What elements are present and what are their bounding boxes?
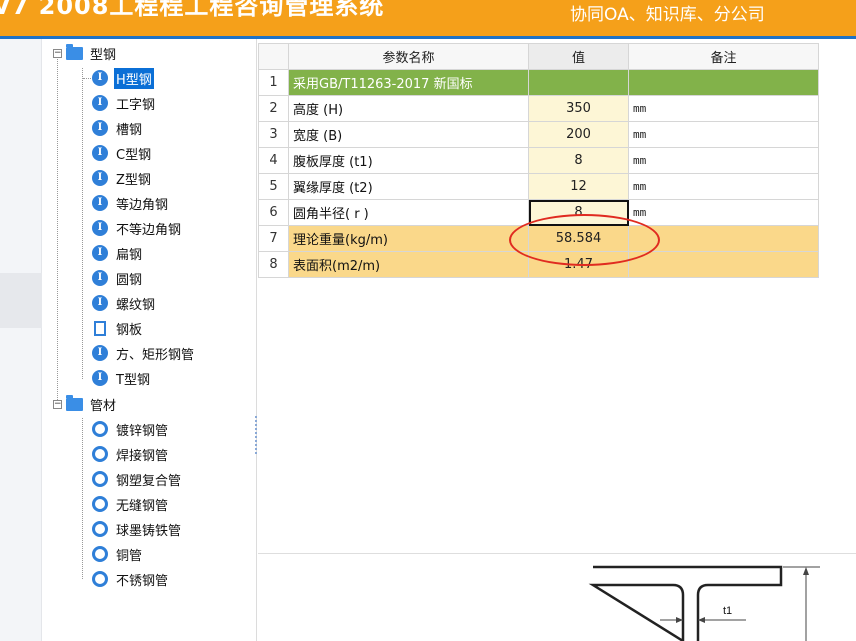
tree-item-welded-pipe[interactable]: 焊接钢管: [83, 443, 170, 465]
param-unit-cell: [628, 69, 819, 96]
i-beam-icon: I: [92, 220, 108, 236]
param-value-cell[interactable]: 200: [528, 121, 629, 148]
table-row[interactable]: 4 腹板厚度 (t1) 8 mm: [258, 147, 819, 174]
pipe-icon: [92, 546, 108, 562]
i-beam-icon: I: [92, 145, 108, 161]
arrow-icon: [803, 567, 809, 575]
tree-item-channel[interactable]: I 槽钢: [83, 117, 144, 139]
param-name-cell: 翼缘厚度 (t2): [288, 173, 529, 200]
table-row[interactable]: 2 高度 (H) 350 mm: [258, 95, 819, 122]
param-value-cell[interactable]: 350: [528, 95, 629, 122]
tree-node-pipe[interactable]: − 管材: [53, 393, 118, 415]
collapse-icon[interactable]: −: [53, 48, 62, 58]
tree-item-i-beam[interactable]: I 工字钢: [83, 92, 157, 114]
param-value-cell[interactable]: 8: [528, 147, 629, 174]
i-beam-icon: I: [92, 245, 108, 261]
tree-item-round-steel[interactable]: I 圆钢: [83, 267, 144, 289]
i-beam-icon: I: [92, 195, 108, 211]
parameter-grid: 参数名称 值 备注 1 采用GB/T11263-2017 新国标 2 高度 (H…: [258, 39, 856, 554]
collapse-icon[interactable]: −: [53, 399, 62, 409]
table-row[interactable]: 3 宽度 (B) 200 mm: [258, 121, 819, 148]
tree-item-rebar[interactable]: I 螺纹钢: [83, 292, 157, 314]
param-name-cell: 采用GB/T11263-2017 新国标: [288, 69, 529, 96]
tree-node-label: 管材: [90, 398, 117, 414]
app-title: V7 2008工程程工程咨询管理系统: [0, 0, 385, 20]
h-beam-diagram: t1: [588, 565, 820, 641]
pipe-icon: [92, 496, 108, 512]
left-nav-strip: [0, 39, 42, 641]
plate-icon: [94, 320, 106, 336]
tree-item-copper-pipe[interactable]: 铜管: [83, 543, 144, 565]
tree-item-unequal-angle[interactable]: I 不等边角钢: [83, 217, 183, 239]
section-diagram: t1: [258, 555, 856, 641]
folder-icon: [66, 43, 83, 60]
tree-item-stainless-pipe[interactable]: 不锈钢管: [83, 568, 170, 590]
param-name-cell: 理论重量(kg/m): [288, 225, 529, 252]
param-name-cell: 腹板厚度 (t1): [288, 147, 529, 174]
pipe-icon: [92, 446, 108, 462]
param-name-cell: 表面积(m2/m): [288, 251, 529, 278]
tree-item-t-steel[interactable]: I T型钢: [83, 367, 152, 389]
param-name-header[interactable]: 参数名称: [288, 43, 529, 70]
note-header[interactable]: 备注: [628, 43, 819, 70]
i-beam-icon: I: [92, 270, 108, 286]
param-value-cell[interactable]: 12: [528, 173, 629, 200]
tree-item-h-beam[interactable]: I H型钢: [83, 67, 154, 89]
i-beam-icon: I: [92, 95, 108, 111]
tree-item-composite-pipe[interactable]: 钢塑复合管: [83, 468, 183, 490]
tree-item-z-steel[interactable]: I Z型钢: [83, 167, 153, 189]
tree-node-steel[interactable]: − 型钢: [53, 42, 118, 64]
dimension-label-t1: t1: [723, 605, 732, 617]
tree-node-label: 型钢: [90, 47, 117, 63]
i-beam-icon: I: [92, 170, 108, 186]
i-beam-icon: I: [92, 70, 108, 86]
app-header: V7 2008工程程工程咨询管理系统 协同OA、知识库、分公司: [0, 0, 856, 36]
tree-item-galvanized-pipe[interactable]: 镀锌钢管: [83, 418, 170, 440]
param-name-cell: 高度 (H): [288, 95, 529, 122]
table-row[interactable]: 1 采用GB/T11263-2017 新国标: [258, 69, 819, 96]
param-unit-cell: [628, 251, 819, 278]
tree-item-steel-plate[interactable]: 钢板: [83, 317, 144, 339]
param-unit-cell: mm: [628, 121, 819, 148]
pipe-icon: [92, 421, 108, 437]
i-beam-icon: I: [92, 370, 108, 386]
table-row[interactable]: 5 翼缘厚度 (t2) 12 mm: [258, 173, 819, 200]
param-unit-cell: mm: [628, 173, 819, 200]
param-name-cell: 宽度 (B): [288, 121, 529, 148]
param-unit-cell: mm: [628, 95, 819, 122]
tree-item-rect-tube[interactable]: I 方、矩形钢管: [83, 342, 196, 364]
i-beam-icon: I: [92, 120, 108, 136]
param-unit-cell: mm: [628, 199, 819, 226]
i-beam-icon: I: [92, 345, 108, 361]
folder-icon: [66, 394, 83, 411]
header-links[interactable]: 协同OA、知识库、分公司: [570, 0, 765, 25]
param-value-cell[interactable]: [528, 69, 629, 96]
tree-item-seamless-pipe[interactable]: 无缝钢管: [83, 493, 170, 515]
beam-outline: [588, 565, 783, 641]
tree-line: [57, 56, 58, 408]
pipe-icon: [92, 471, 108, 487]
tree-item-flat-steel[interactable]: I 扁钢: [83, 242, 144, 264]
category-tree: − 型钢 I H型钢 I 工字钢 I 槽钢 I C型钢 I Z型钢 I 等边角钢…: [43, 39, 257, 641]
index-header: [258, 43, 289, 70]
left-nav-selected-item[interactable]: [0, 273, 42, 328]
annotation-ellipse: [509, 214, 660, 266]
pipe-icon: [92, 521, 108, 537]
param-unit-cell: mm: [628, 147, 819, 174]
table-header-row: 参数名称 值 备注: [258, 43, 819, 70]
pipe-icon: [92, 571, 108, 587]
param-name-cell: 圆角半径( r ): [288, 199, 529, 226]
tree-item-equal-angle[interactable]: I 等边角钢: [83, 192, 170, 214]
value-header[interactable]: 值: [528, 43, 629, 70]
i-beam-icon: I: [92, 295, 108, 311]
tree-item-ductile-iron-pipe[interactable]: 球墨铸铁管: [83, 518, 183, 540]
tree-item-c-steel[interactable]: I C型钢: [83, 142, 153, 164]
